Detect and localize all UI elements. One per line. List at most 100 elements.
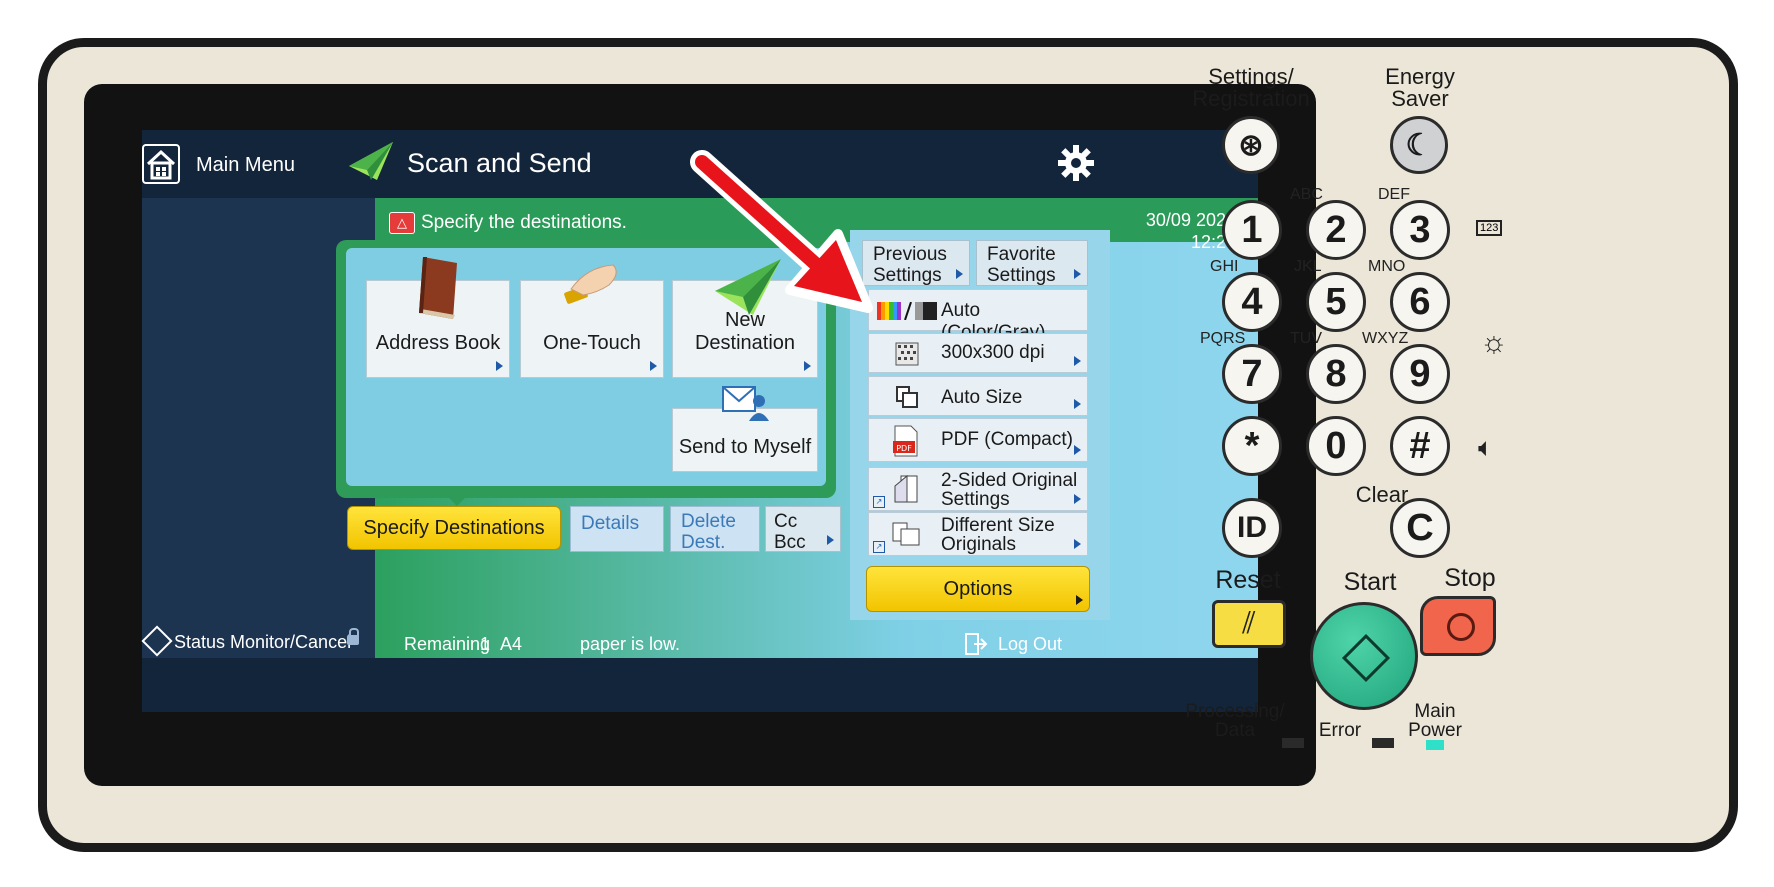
stop-key[interactable] [1420, 596, 1496, 656]
favorite-settings-line1: Favorite [987, 244, 1056, 265]
favorite-settings-arrow [1074, 269, 1081, 279]
volume-icon: 🔈︎ [1478, 432, 1494, 462]
main-menu-label: Main Menu [196, 154, 295, 176]
resolution-icon [895, 342, 919, 366]
key-3[interactable]: 3 [1390, 200, 1450, 260]
main-power-line1: Main [1414, 701, 1456, 722]
annotation-arrow [690, 150, 873, 313]
log-out-button[interactable]: Log Out [964, 630, 1084, 660]
specify-destinations-button[interactable]: Specify Destinations [347, 506, 561, 550]
two-sided-icon [894, 474, 918, 503]
file-format-label: PDF (Compact) [941, 429, 1073, 450]
color-gray-icon [877, 302, 937, 320]
ghi-label: GHI [1210, 258, 1239, 275]
scan-size-button[interactable]: Auto Size [868, 376, 1088, 416]
two-sided-arrow [1074, 494, 1081, 504]
settings-registration-line2: Registration [1192, 86, 1310, 111]
color-mode-button[interactable]: Auto (Color/Gray) [868, 289, 1088, 343]
wxyz-label: WXYZ [1362, 330, 1409, 347]
pdf-badge: PDF [896, 444, 912, 453]
scan-size-arrow [1074, 399, 1081, 409]
key-8[interactable]: 8 [1306, 344, 1366, 404]
address-book-icon [419, 257, 457, 319]
warning-icon: △ [389, 212, 415, 234]
previous-settings-line1: Previous [873, 244, 947, 265]
options-arrow [1076, 595, 1083, 605]
notice-message: Specify the destinations. [421, 212, 627, 233]
status-bar [142, 658, 1258, 712]
processing-data-line2: Data [1214, 720, 1256, 741]
paper-plane-icon [349, 142, 393, 180]
page-title: Scan and Send [407, 148, 592, 178]
reset-label: Reset [1215, 566, 1281, 594]
cc-bcc-button[interactable]: Cc Bcc [765, 506, 841, 553]
status-monitor-button[interactable]: Status Monitor/Cancel [141, 625, 351, 658]
status-monitor-icon [141, 625, 173, 657]
paper-size: A4 [500, 634, 523, 654]
settings-registration-key[interactable]: ⊛ [1222, 116, 1280, 174]
pqrs-label: PQRS [1200, 330, 1246, 347]
processing-data-lamp [1282, 738, 1304, 748]
different-size-arrow [1074, 539, 1081, 549]
options-button[interactable]: Options [866, 566, 1090, 612]
two-sided-line2: Settings [941, 489, 1010, 510]
address-book-label: Address Book [375, 332, 501, 354]
different-size-originals-button[interactable]: ↗ Different Size Originals [868, 512, 1088, 556]
hand-touch-icon [564, 264, 617, 304]
one-touch-arrow [650, 361, 657, 371]
id-key[interactable]: ID [1222, 498, 1282, 558]
file-format-button[interactable]: PDF PDF (Compact) [868, 418, 1088, 462]
key-2[interactable]: 2 [1306, 200, 1366, 260]
processing-data-line1: Processing/ [1185, 701, 1285, 722]
main-menu-button[interactable]: Main Menu [142, 130, 322, 198]
main-power-line2: Power [1408, 720, 1462, 741]
file-format-arrow [1074, 445, 1081, 455]
previous-settings-line2: Settings [873, 265, 942, 286]
reset-key[interactable]: ⫽ [1212, 600, 1286, 648]
tuv-label: TUV [1290, 330, 1322, 347]
different-size-line1: Different Size [941, 515, 1055, 536]
energy-saver-line1: Energy [1385, 64, 1455, 89]
energy-saver-key[interactable]: ☾ [1390, 116, 1448, 174]
pdf-file-icon: PDF [893, 425, 918, 457]
options-label: Options [943, 578, 1013, 600]
gear-icon[interactable] [1057, 144, 1095, 182]
different-size-icon [892, 522, 920, 546]
key-6[interactable]: 6 [1390, 272, 1450, 332]
log-out-label: Log Out [998, 634, 1063, 654]
two-sided-original-button[interactable]: ↗ 2-Sided Original Settings [868, 467, 1088, 511]
address-book-arrow [496, 361, 503, 371]
key-9[interactable]: 9 [1390, 344, 1450, 404]
stop-icon [1447, 613, 1475, 641]
delete-dest-label-line1: Delete [681, 511, 736, 532]
clear-key[interactable]: C [1390, 498, 1450, 558]
favorite-settings-line2: Settings [987, 265, 1056, 286]
main-power-lamp [1426, 740, 1444, 750]
address-book-button[interactable]: Address Book [366, 257, 510, 378]
input-mode-123-icon: 123 [1476, 220, 1503, 236]
shortcut-mark-1: ↗ [873, 496, 885, 508]
delete-dest-button[interactable]: Delete Dest. [670, 506, 760, 553]
key-0[interactable]: 0 [1306, 416, 1366, 476]
key-7[interactable]: 7 [1222, 344, 1282, 404]
send-to-myself-button[interactable]: Send to Myself [672, 386, 818, 472]
specify-destinations-label: Specify Destinations [363, 517, 545, 539]
mno-label: MNO [1368, 258, 1406, 275]
key-hash[interactable]: # [1390, 416, 1450, 476]
one-touch-button[interactable]: One-Touch [520, 264, 664, 378]
key-star[interactable]: * [1222, 416, 1282, 476]
scan-size-label: Auto Size [941, 387, 1023, 408]
key-5[interactable]: 5 [1306, 272, 1366, 332]
favorite-settings-button[interactable]: Favorite Settings [976, 240, 1088, 286]
two-sided-line1: 2-Sided Original [941, 470, 1078, 491]
settings-registration-label: Settings/ Registration [1186, 66, 1316, 110]
details-button[interactable]: Details [570, 506, 664, 552]
key-4[interactable]: 4 [1222, 272, 1282, 332]
start-key[interactable] [1310, 602, 1418, 710]
main-power-label: Main Power [1400, 702, 1470, 740]
error-lamp [1372, 738, 1394, 748]
key-1[interactable]: 1 [1222, 200, 1282, 260]
resolution-arrow [1074, 356, 1081, 366]
panel-pointer [447, 496, 467, 506]
resolution-button[interactable]: 300x300 dpi [868, 333, 1088, 373]
